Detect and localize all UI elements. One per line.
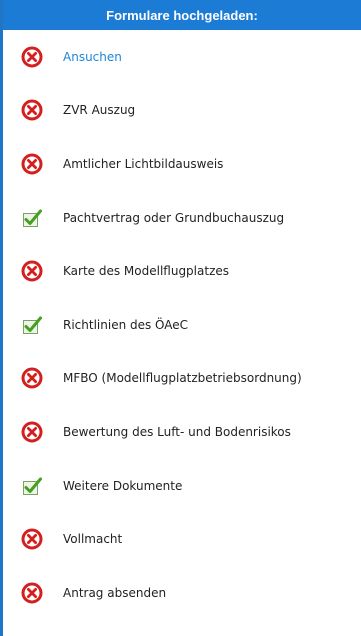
forms-list: Ansuchen ZVR Auszug Amtlicher Lichtbilda… xyxy=(3,30,361,620)
list-item-label: Karte des Modellflugplatzes xyxy=(63,264,230,279)
error-icon xyxy=(21,46,43,68)
list-item-karte-modellflugplatz[interactable]: Karte des Modellflugplatzes xyxy=(3,244,361,298)
list-item-label: Vollmacht xyxy=(63,532,123,547)
error-icon xyxy=(21,421,43,443)
list-item-label: Bewertung des Luft- und Bodenrisikos xyxy=(63,424,291,439)
list-item-label: Richtlinien des ÖAeC xyxy=(63,317,189,332)
list-item-weitere-dokumente[interactable]: Weitere Dokumente xyxy=(3,459,361,513)
list-item-label: Pachtvertrag oder Grundbuchauszug xyxy=(63,210,285,225)
error-icon xyxy=(21,582,43,604)
checkbox-checked-icon xyxy=(21,475,43,497)
list-item-label: Weitere Dokumente xyxy=(63,478,183,493)
list-item-richtlinien-oeaec[interactable]: Richtlinien des ÖAeC xyxy=(3,298,361,352)
list-item-label[interactable]: Ansuchen xyxy=(63,50,122,64)
error-icon xyxy=(21,260,43,282)
list-item-label: Amtlicher Lichtbildausweis xyxy=(63,156,224,171)
error-icon xyxy=(21,528,43,550)
list-item-lichtbildausweis[interactable]: Amtlicher Lichtbildausweis xyxy=(3,137,361,191)
uploaded-forms-panel: Formulare hochgeladen: Ansuchen ZVR Ausz… xyxy=(0,0,361,636)
list-item-vollmacht[interactable]: Vollmacht xyxy=(3,512,361,566)
error-icon xyxy=(21,99,43,121)
checkbox-checked-icon xyxy=(21,314,43,336)
list-item-label: ZVR Auszug xyxy=(63,103,136,118)
checkbox-checked-icon xyxy=(21,207,43,229)
list-item-zvr-auszug[interactable]: ZVR Auszug xyxy=(3,84,361,138)
list-item-pachtvertrag[interactable]: Pachtvertrag oder Grundbuchauszug xyxy=(3,191,361,245)
list-item-mfbo[interactable]: MFBO (Modellflugplatzbetriebsordnung) xyxy=(3,352,361,406)
error-icon xyxy=(21,153,43,175)
panel-title: Formulare hochgeladen: xyxy=(106,7,258,23)
list-item-ansuchen[interactable]: Ansuchen xyxy=(3,30,361,84)
list-item-label: Antrag absenden xyxy=(63,585,167,600)
list-item-antrag-absenden[interactable]: Antrag absenden xyxy=(3,566,361,620)
list-item-bewertung-risiko[interactable]: Bewertung des Luft- und Bodenrisikos xyxy=(3,405,361,459)
error-icon xyxy=(21,367,43,389)
list-item-label: MFBO (Modellflugplatzbetriebsordnung) xyxy=(63,371,302,386)
panel-header: Formulare hochgeladen: xyxy=(3,0,361,30)
